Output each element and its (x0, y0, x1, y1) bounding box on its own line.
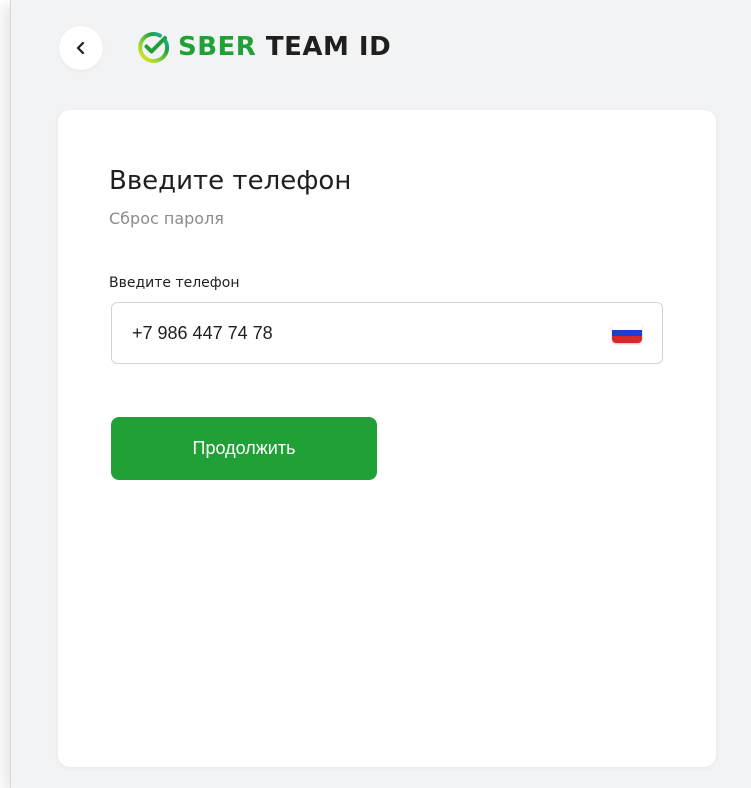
phone-field[interactable] (111, 302, 663, 364)
sber-checkmark-logo-icon (138, 32, 170, 63)
continue-button[interactable]: Продолжить (111, 417, 377, 480)
app-window: SBER TEAM ID Введите телефон Сброс парол… (10, 0, 751, 788)
chevron-left-icon (76, 41, 85, 55)
phone-field-label: Введите телефон (109, 275, 240, 291)
russia-flag-icon[interactable] (612, 323, 642, 343)
logo-product-text: TEAM ID (265, 32, 392, 62)
logo-wordmark: SBER TEAM ID (178, 32, 391, 62)
back-button[interactable] (59, 26, 103, 70)
sber-team-id-logo: SBER TEAM ID (136, 25, 391, 69)
phone-input[interactable] (132, 303, 592, 363)
page-title: Введите телефон (109, 166, 352, 196)
header: SBER TEAM ID (11, 0, 751, 96)
page-subtitle: Сброс пароля (109, 209, 224, 228)
logo-brand-text: SBER (178, 32, 257, 62)
reset-password-card: Введите телефон Сброс пароля Введите тел… (58, 110, 716, 767)
